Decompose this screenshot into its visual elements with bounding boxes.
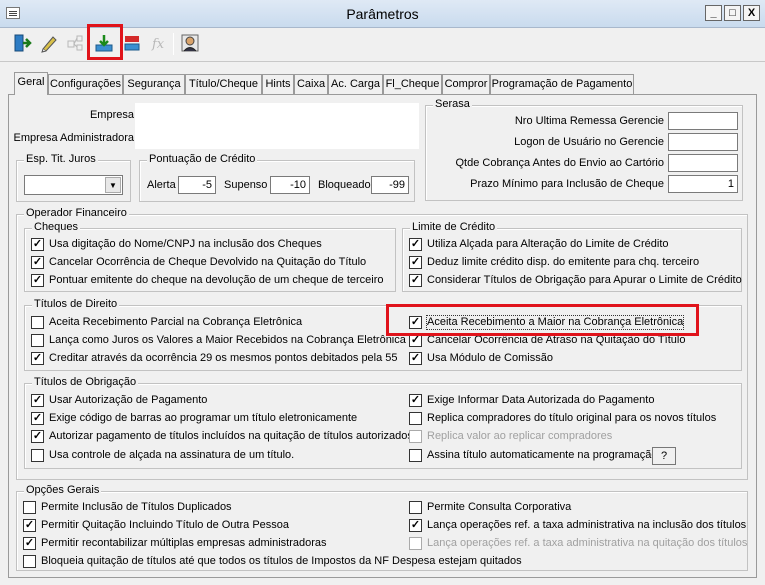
empresa-field[interactable] xyxy=(135,103,419,149)
window-title: Parâmetros xyxy=(346,6,419,22)
svg-text:fx: fx xyxy=(151,37,165,52)
bloqueado-input[interactable]: -99 xyxy=(371,176,409,194)
qtde-cobranca-input[interactable] xyxy=(668,154,738,172)
operador-financeiro-title: Operador Financeiro xyxy=(24,207,129,219)
titulos-obrigacao-title: Títulos de Obrigação xyxy=(32,376,139,388)
cancel-icon[interactable] xyxy=(120,32,144,56)
tab-compror[interactable]: Compror xyxy=(442,74,490,94)
help-button[interactable]: ? xyxy=(652,447,676,465)
prazo-minimo-label: Prazo Mínimo para Inclusão de Cheque xyxy=(470,178,664,190)
parametros-window: Parâmetros _ □ X fx Geral Configurações … xyxy=(0,0,765,585)
supenso-input[interactable]: -10 xyxy=(270,176,310,194)
tab-hints[interactable]: Hints xyxy=(262,74,294,94)
exit-icon[interactable] xyxy=(10,32,34,56)
tab-geral[interactable]: Geral xyxy=(14,72,48,95)
pontuacao-group: Pontuação de Crédito Alerta -5 Supenso -… xyxy=(139,153,415,202)
save-icon[interactable] xyxy=(92,32,116,56)
tab-caixa[interactable]: Caixa xyxy=(294,74,328,94)
maximize-button[interactable]: □ xyxy=(724,5,741,21)
limite-credito-group: Limite de Crédito ✓ Utiliza Alçada para A… xyxy=(402,221,742,292)
tab-programacao-pagamento[interactable]: Programação de Pagamento xyxy=(490,74,634,94)
cheques-group: Cheques ✓ Usa digitação do Nome/CNPJ na i… xyxy=(24,221,396,292)
qtde-cobranca-label: Qtde Cobrança Antes do Envio ao Cartório xyxy=(455,157,664,169)
serasa-group: Serasa Nro Ultima Remessa Gerencie Logon… xyxy=(425,98,743,201)
esp-tit-juros-select[interactable]: ▼ xyxy=(24,175,123,195)
tab-seguranca[interactable]: Segurança xyxy=(123,74,185,94)
tab-titulo-cheque[interactable]: Título/Cheque xyxy=(185,74,262,94)
pontuacao-title: Pontuação de Crédito xyxy=(147,153,258,165)
titulos-direito-title: Títulos de Direito xyxy=(32,298,120,310)
alerta-input[interactable]: -5 xyxy=(178,176,216,194)
user-icon[interactable] xyxy=(178,32,202,56)
titulos-obrigacao-group: Títulos de Obrigação ✓ Usar Autorização d… xyxy=(24,376,742,469)
serasa-title: Serasa xyxy=(433,98,472,110)
supenso-label: Supenso xyxy=(224,179,268,191)
geral-panel: Empresa Empresa Administradora Esp. Tit.… xyxy=(8,94,757,578)
empresa-adm-label: Empresa Administradora xyxy=(13,132,134,144)
tree-icon xyxy=(63,32,87,56)
alerta-label: Alerta xyxy=(147,179,176,191)
chevron-down-icon[interactable]: ▼ xyxy=(105,177,121,193)
esp-tit-juros-title: Esp. Tit. Juros xyxy=(24,153,98,165)
edit-icon[interactable] xyxy=(37,32,61,56)
nro-ultima-remessa-label: Nro Ultima Remessa Gerencie xyxy=(514,115,664,127)
logon-usuario-input[interactable] xyxy=(668,133,738,151)
limite-credito-title: Limite de Crédito xyxy=(410,221,498,233)
cheques-title: Cheques xyxy=(32,221,81,233)
minimize-button[interactable]: _ xyxy=(705,5,722,21)
title-bar: Parâmetros _ □ X xyxy=(0,0,765,28)
titulos-direito-group: Títulos de Direito Aceita Recebimento Pa… xyxy=(24,298,742,371)
opcoes-gerais-group: Opções Gerais Permite Inclusão de Título… xyxy=(16,484,748,571)
esp-tit-juros-group: Esp. Tit. Juros ▼ xyxy=(16,153,131,202)
opcoes-gerais-title: Opções Gerais xyxy=(24,484,102,496)
empresa-label: Empresa xyxy=(89,109,134,121)
tab-fl-cheque[interactable]: Fl_Cheque xyxy=(383,74,442,94)
tab-configuracoes[interactable]: Configurações xyxy=(48,74,123,94)
formula-icon: fx xyxy=(147,32,171,56)
operador-financeiro-group: Operador Financeiro Cheques ✓ Usa digitaç… xyxy=(16,207,748,480)
tab-ac-carga[interactable]: Ac. Carga xyxy=(328,74,383,94)
bloqueado-label: Bloqueado xyxy=(318,179,371,191)
toolbar: fx xyxy=(0,24,765,62)
logon-usuario-label: Logon de Usuário no Gerencie xyxy=(514,136,664,148)
close-button[interactable]: X xyxy=(743,5,760,21)
prazo-minimo-input[interactable]: 1 xyxy=(668,175,738,193)
nro-ultima-remessa-input[interactable] xyxy=(668,112,738,130)
